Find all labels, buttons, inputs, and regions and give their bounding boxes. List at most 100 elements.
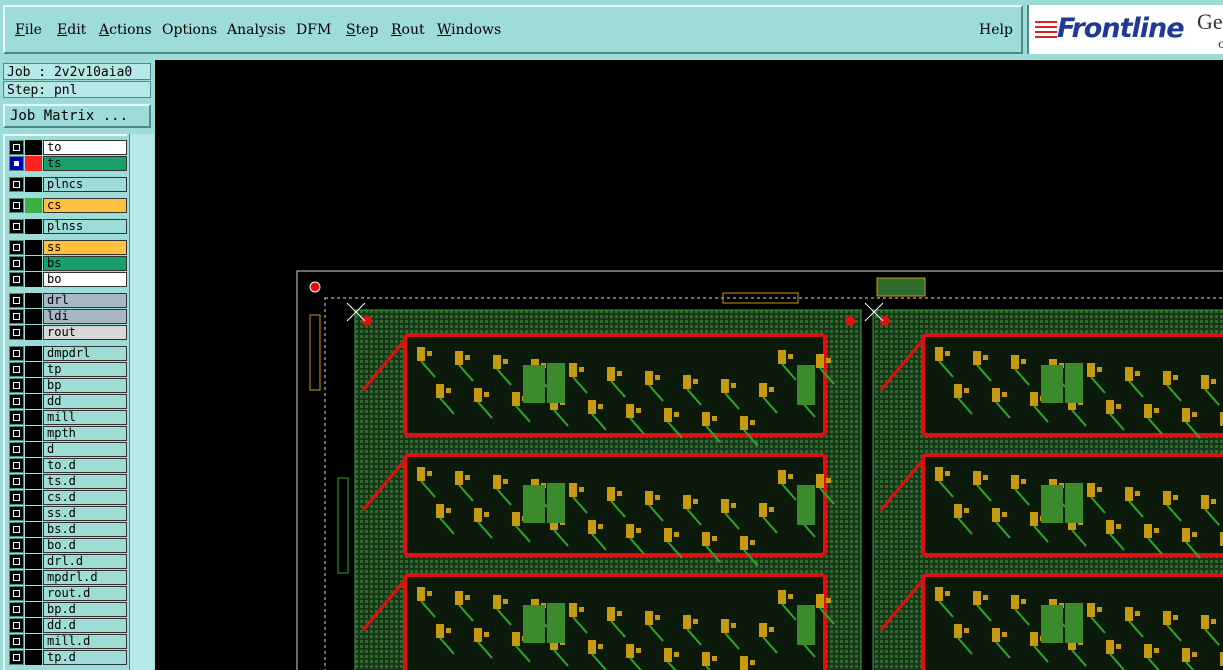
layer-name-label[interactable]: bp [43, 378, 127, 393]
layer-visibility-checkbox[interactable] [9, 618, 24, 633]
layer-row[interactable]: rout.d [9, 586, 129, 601]
layer-color-swatch[interactable] [25, 219, 42, 234]
layer-name-label[interactable]: to.d [43, 458, 127, 473]
pcb-panel-view[interactable] [155, 60, 1223, 670]
layer-row[interactable]: ss [9, 240, 129, 255]
layer-row[interactable]: to.d [9, 458, 129, 473]
layer-row[interactable]: bo [9, 272, 129, 287]
layer-name-label[interactable]: mpth [43, 426, 127, 441]
layer-name-label[interactable]: dmpdrl [43, 346, 127, 361]
layer-color-swatch[interactable] [25, 394, 42, 409]
layer-name-label[interactable]: ts.d [43, 474, 127, 489]
layer-visibility-checkbox[interactable] [9, 219, 24, 234]
layer-visibility-checkbox[interactable] [9, 240, 24, 255]
layer-row[interactable]: mpth [9, 426, 129, 441]
layer-visibility-checkbox[interactable] [9, 346, 24, 361]
layer-row[interactable]: ts [9, 156, 129, 171]
layer-color-swatch[interactable] [25, 618, 42, 633]
layer-color-swatch[interactable] [25, 554, 42, 569]
layer-visibility-checkbox[interactable] [9, 474, 24, 489]
layer-visibility-checkbox[interactable] [9, 256, 24, 271]
layer-name-label[interactable]: dd [43, 394, 127, 409]
layer-color-swatch[interactable] [25, 198, 42, 213]
layer-row[interactable]: bo.d [9, 538, 129, 553]
layer-name-label[interactable]: mill [43, 410, 127, 425]
layer-name-label[interactable]: to [43, 140, 127, 155]
layer-name-label[interactable]: cs [43, 198, 127, 213]
layer-visibility-checkbox[interactable] [9, 442, 24, 457]
layer-color-swatch[interactable] [25, 474, 42, 489]
layer-color-swatch[interactable] [25, 156, 42, 171]
layer-row[interactable]: plnss [9, 219, 129, 234]
layer-color-swatch[interactable] [25, 272, 42, 287]
layer-row[interactable]: to [9, 140, 129, 155]
layer-name-label[interactable]: tp.d [43, 650, 127, 665]
layer-row[interactable]: d [9, 442, 129, 457]
layer-row[interactable]: bp.d [9, 602, 129, 617]
layer-color-swatch[interactable] [25, 538, 42, 553]
layer-name-label[interactable]: drl [43, 293, 127, 308]
layer-color-swatch[interactable] [25, 490, 42, 505]
layer-visibility-checkbox[interactable] [9, 490, 24, 505]
layer-color-swatch[interactable] [25, 442, 42, 457]
layer-name-label[interactable]: mill.d [43, 634, 127, 649]
layer-name-label[interactable]: dd.d [43, 618, 127, 633]
layer-visibility-checkbox[interactable] [9, 538, 24, 553]
layer-row[interactable]: cs [9, 198, 129, 213]
menu-edit[interactable]: Edit [57, 22, 86, 38]
graphic-canvas[interactable] [155, 60, 1223, 670]
layer-color-swatch[interactable] [25, 570, 42, 585]
layer-row[interactable]: drl.d [9, 554, 129, 569]
layer-color-swatch[interactable] [25, 378, 42, 393]
layer-name-label[interactable]: bo.d [43, 538, 127, 553]
layer-row[interactable]: drl [9, 293, 129, 308]
layer-visibility-checkbox[interactable] [9, 293, 24, 308]
layer-color-swatch[interactable] [25, 506, 42, 521]
layer-color-swatch[interactable] [25, 177, 42, 192]
menu-windows[interactable]: Windows [437, 22, 501, 38]
layer-row[interactable]: tp [9, 362, 129, 377]
layer-name-label[interactable]: plncs [43, 177, 127, 192]
layer-name-label[interactable]: ldi [43, 309, 127, 324]
layer-visibility-checkbox[interactable] [9, 177, 24, 192]
layer-name-label[interactable]: bs [43, 256, 127, 271]
layer-visibility-checkbox[interactable] [9, 554, 24, 569]
menu-step[interactable]: Step [346, 22, 378, 38]
layer-visibility-checkbox[interactable] [9, 506, 24, 521]
layer-row[interactable]: dd.d [9, 618, 129, 633]
layer-row[interactable]: cs.d [9, 490, 129, 505]
layer-row[interactable]: mpdrl.d [9, 570, 129, 585]
layer-color-swatch[interactable] [25, 650, 42, 665]
layer-name-label[interactable]: plnss [43, 219, 127, 234]
layer-row[interactable]: dmpdrl [9, 346, 129, 361]
layer-color-swatch[interactable] [25, 325, 42, 340]
layer-row[interactable]: tp.d [9, 650, 129, 665]
layer-visibility-checkbox[interactable] [9, 156, 24, 171]
layer-visibility-checkbox[interactable] [9, 586, 24, 601]
layer-name-label[interactable]: rout.d [43, 586, 127, 601]
layer-row[interactable]: mill.d [9, 634, 129, 649]
layer-visibility-checkbox[interactable] [9, 272, 24, 287]
layer-name-label[interactable]: ss.d [43, 506, 127, 521]
layer-list-scrollbar[interactable] [129, 134, 154, 670]
layer-color-swatch[interactable] [25, 293, 42, 308]
layer-row[interactable]: bp [9, 378, 129, 393]
layer-visibility-checkbox[interactable] [9, 362, 24, 377]
layer-visibility-checkbox[interactable] [9, 426, 24, 441]
layer-row[interactable]: rout [9, 325, 129, 340]
layer-name-label[interactable]: tp [43, 362, 127, 377]
layer-visibility-checkbox[interactable] [9, 650, 24, 665]
layer-row[interactable]: bs.d [9, 522, 129, 537]
layer-row[interactable]: ss.d [9, 506, 129, 521]
layer-visibility-checkbox[interactable] [9, 378, 24, 393]
layer-visibility-checkbox[interactable] [9, 394, 24, 409]
job-matrix-button[interactable]: Job Matrix ... [3, 104, 151, 128]
layer-row[interactable]: ts.d [9, 474, 129, 489]
layer-row[interactable]: bs [9, 256, 129, 271]
layer-name-label[interactable]: bo [43, 272, 127, 287]
layer-row[interactable]: mill [9, 410, 129, 425]
menu-options[interactable]: Options [162, 22, 217, 38]
layer-visibility-checkbox[interactable] [9, 634, 24, 649]
layer-visibility-checkbox[interactable] [9, 325, 24, 340]
layer-name-label[interactable]: ss [43, 240, 127, 255]
